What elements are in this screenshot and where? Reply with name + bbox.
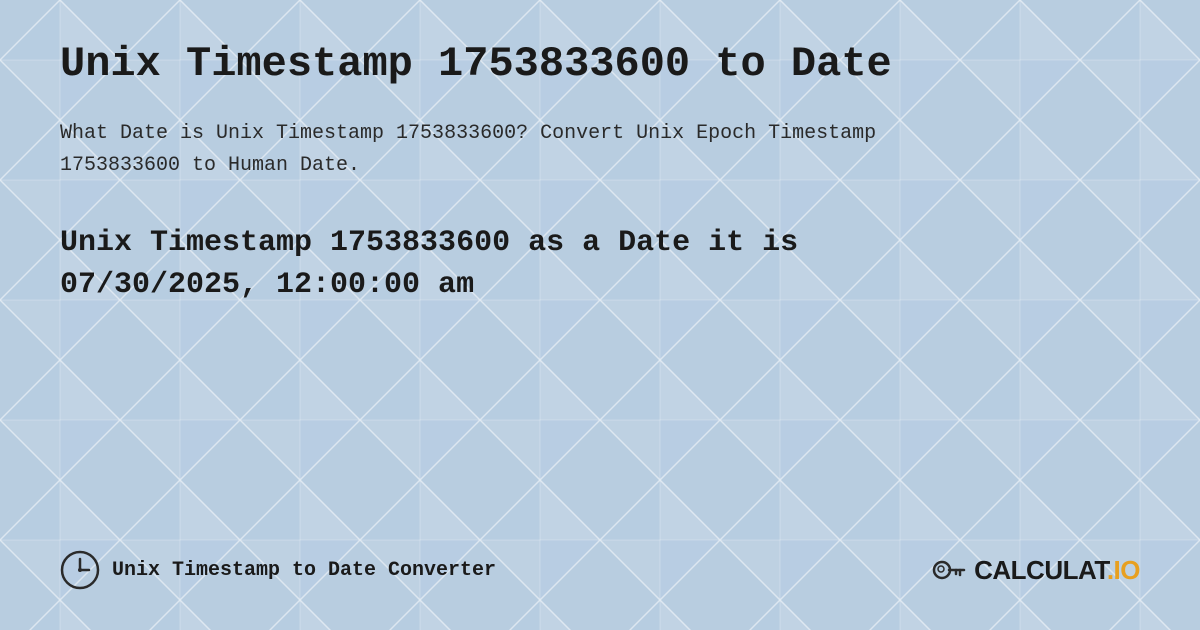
logo-icon: [932, 552, 968, 588]
footer: Unix Timestamp to Date Converter CALCULA…: [60, 530, 1140, 590]
footer-left: Unix Timestamp to Date Converter: [60, 550, 496, 590]
logo-text: CALCULAT.IO: [974, 555, 1140, 586]
result-text: Unix Timestamp 1753833600 as a Date it i…: [60, 222, 1140, 306]
footer-label: Unix Timestamp to Date Converter: [112, 559, 496, 582]
result-line2: 07/30/2025, 12:00:00 am: [60, 268, 474, 302]
result-line1: Unix Timestamp 1753833600 as a Date it i…: [60, 226, 798, 260]
page-title: Unix Timestamp 1753833600 to Date: [60, 40, 1140, 88]
result-section: Unix Timestamp 1753833600 as a Date it i…: [60, 222, 1140, 306]
clock-icon: [60, 550, 100, 590]
page-description: What Date is Unix Timestamp 1753833600? …: [60, 118, 960, 182]
site-logo: CALCULAT.IO: [932, 552, 1140, 588]
